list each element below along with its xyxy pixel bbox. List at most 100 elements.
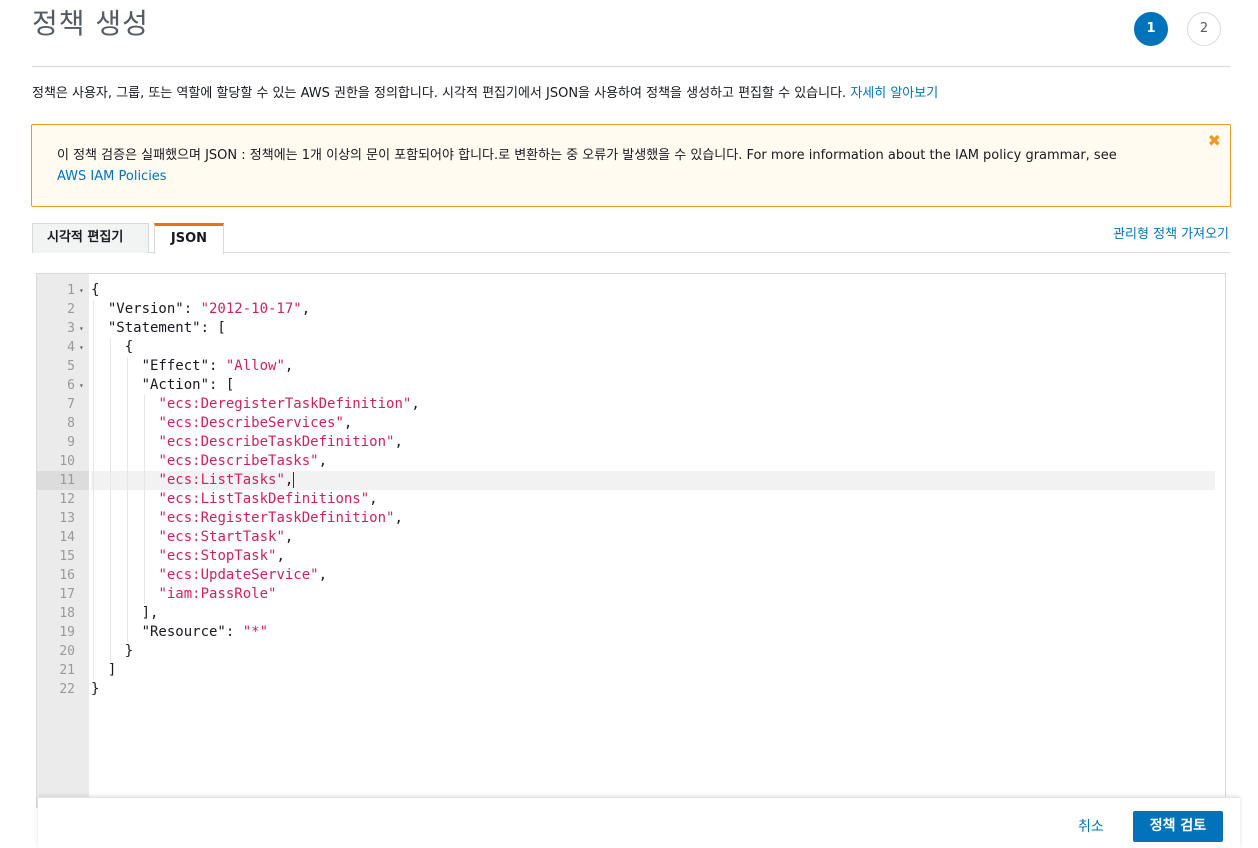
- code-line[interactable]: 10 "ecs:DescribeTasks",: [37, 452, 1225, 471]
- code-text: ],: [91, 604, 1215, 623]
- code-line[interactable]: 15 "ecs:StopTask",: [37, 547, 1225, 566]
- json-editor[interactable]: 1 ▾{2 "Version": "2012-10-17", 3 ▾ "Stateme…: [36, 273, 1226, 808]
- code-line[interactable]: 3 ▾ "Statement": [: [37, 319, 1225, 338]
- indent-guide: [93, 414, 94, 433]
- code-text: "ecs:DeregisterTaskDefinition",: [91, 395, 1215, 414]
- indent-guide: [93, 642, 94, 661]
- code-line[interactable]: 7 "ecs:DeregisterTaskDefinition",: [37, 395, 1225, 414]
- indent-guide: [143, 395, 145, 414]
- code-text: "ecs:UpdateService",: [91, 566, 1215, 585]
- indent-guide: [93, 509, 94, 528]
- indent-guide: [109, 528, 111, 547]
- cancel-button[interactable]: 취소: [1078, 816, 1104, 836]
- indent-guide: [93, 547, 94, 566]
- code-line[interactable]: 6 ▾ "Action": [: [37, 376, 1225, 395]
- line-number: 2: [67, 302, 75, 317]
- line-number: 7: [67, 397, 75, 412]
- indent-guide: [143, 433, 145, 452]
- code-line[interactable]: 18 ],: [37, 604, 1225, 623]
- indent-guide: [126, 623, 128, 642]
- code-text: "Version": "2012-10-17",: [91, 300, 1215, 319]
- import-managed-policy-link[interactable]: 관리형 정책 가져오기: [1113, 223, 1229, 242]
- indent-guide: [126, 395, 128, 414]
- code-line[interactable]: 5 "Effect": "Allow",: [37, 357, 1225, 376]
- indent-guide: [143, 547, 145, 566]
- code-tokens: "Statement": [: [107, 320, 226, 336]
- fold-toggle-icon[interactable]: ▾: [79, 319, 84, 338]
- code-line[interactable]: 11 "ecs:ListTasks",: [37, 471, 1225, 490]
- code-line[interactable]: 4 ▾ {: [37, 338, 1225, 357]
- indent-guide: [109, 490, 111, 509]
- code-text: "Action": [: [91, 376, 1215, 395]
- tab-visual-editor[interactable]: 시각적 편집기: [32, 223, 149, 253]
- aws-iam-policies-link[interactable]: AWS IAM Policies: [57, 169, 167, 184]
- indent-guide: [109, 585, 111, 604]
- validation-warning: 이 정책 검증은 실패했으며 JSON : 정책에는 1개 이상의 문이 포함되…: [31, 124, 1231, 207]
- code-line[interactable]: 1 ▾{: [37, 281, 1225, 300]
- code-line[interactable]: 12 "ecs:ListTaskDefinitions",: [37, 490, 1225, 509]
- footer-bar: 취소 정책 검토: [38, 797, 1240, 848]
- indent-guide: [93, 395, 94, 414]
- code-text: "Statement": [: [91, 319, 1215, 338]
- code-line[interactable]: 17 "iam:PassRole": [37, 585, 1225, 604]
- indent-guide: [109, 471, 111, 490]
- indent-guide: [126, 547, 128, 566]
- code-tokens: "Action": [: [141, 377, 235, 393]
- code-line[interactable]: 20 }: [37, 642, 1225, 661]
- step-2-indicator: 2: [1187, 12, 1221, 46]
- code-line[interactable]: 8 "ecs:DescribeServices",: [37, 414, 1225, 433]
- indent-guide: [93, 490, 94, 509]
- code-text: "ecs:ListTasks",: [91, 471, 1215, 490]
- indent-guide: [93, 585, 94, 604]
- code-tokens: "ecs:StopTask",: [158, 548, 285, 564]
- indent-guide: [109, 452, 111, 471]
- code-text: "ecs:RegisterTaskDefinition",: [91, 509, 1215, 528]
- tab-json[interactable]: JSON: [154, 223, 224, 254]
- indent-guide: [93, 471, 94, 490]
- code-text: }: [91, 680, 1215, 699]
- indent-guide: [93, 566, 94, 585]
- indent-guide: [109, 566, 111, 585]
- fold-toggle-icon[interactable]: ▾: [79, 281, 84, 300]
- indent-guide: [126, 490, 128, 509]
- indent-guide: [143, 490, 145, 509]
- code-line[interactable]: 2 "Version": "2012-10-17",: [37, 300, 1225, 319]
- indent-guide: [126, 357, 128, 376]
- close-icon[interactable]: ✖: [1208, 131, 1221, 150]
- indent-guide: [143, 414, 145, 433]
- code-line[interactable]: 14 "ecs:StartTask",: [37, 528, 1225, 547]
- code-text: "ecs:DescribeServices",: [91, 414, 1215, 433]
- indent-guide: [126, 509, 128, 528]
- indent-guide: [109, 509, 111, 528]
- code-text: "Resource": "*": [91, 623, 1215, 642]
- code-line[interactable]: 13 "ecs:RegisterTaskDefinition",: [37, 509, 1225, 528]
- code-text: "ecs:DescribeTaskDefinition",: [91, 433, 1215, 452]
- learn-more-link[interactable]: 자세히 알아보기: [850, 86, 938, 101]
- indent-guide: [109, 357, 111, 376]
- code-line[interactable]: 9 "ecs:DescribeTaskDefinition",: [37, 433, 1225, 452]
- fold-toggle-icon[interactable]: ▾: [79, 376, 84, 395]
- review-policy-button[interactable]: 정책 검토: [1133, 811, 1223, 842]
- code-tokens: {: [91, 339, 134, 355]
- code-tokens: "ecs:StartTask",: [158, 529, 294, 545]
- code-tokens: "Version": "2012-10-17",: [107, 301, 311, 317]
- code-text: "ecs:StopTask",: [91, 547, 1215, 566]
- code-text: "ecs:DescribeTasks",: [91, 452, 1215, 471]
- indent-guide: [143, 471, 145, 490]
- indent-guide: [93, 376, 94, 395]
- indent-guide: [93, 452, 94, 471]
- line-number: 15: [59, 549, 75, 564]
- warning-text: 이 정책 검증은 실패했으며 JSON : 정책에는 1개 이상의 문이 포함되…: [57, 148, 1117, 163]
- code-line[interactable]: 22}: [37, 680, 1225, 699]
- code-tokens: "Effect": "Allow",: [141, 358, 294, 374]
- indent-guide: [143, 452, 145, 471]
- code-text: "iam:PassRole": [91, 585, 1215, 604]
- line-number: 21: [59, 663, 75, 678]
- code-line[interactable]: 19 "Resource": "*": [37, 623, 1225, 642]
- indent-guide: [126, 414, 128, 433]
- code-tokens: "ecs:DeregisterTaskDefinition",: [158, 396, 420, 412]
- code-line[interactable]: 21 ]: [37, 661, 1225, 680]
- fold-toggle-icon[interactable]: ▾: [79, 338, 84, 357]
- code-line[interactable]: 16 "ecs:UpdateService",: [37, 566, 1225, 585]
- indent-guide: [93, 528, 94, 547]
